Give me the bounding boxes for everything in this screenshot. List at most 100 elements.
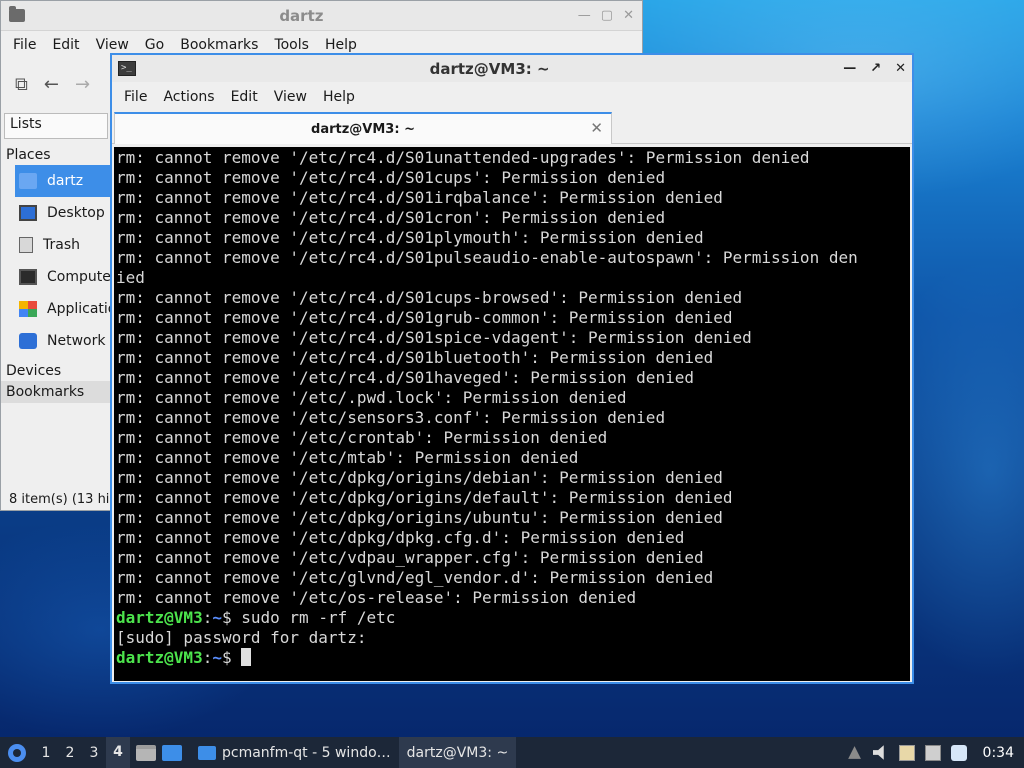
- sidebar-item-desktop[interactable]: Desktop: [1, 197, 111, 229]
- menu-actions[interactable]: Actions: [155, 89, 222, 105]
- terminal-tab[interactable]: dartz@VM3: ~ ✕: [114, 112, 612, 144]
- menu-bookmarks[interactable]: Bookmarks: [172, 37, 266, 53]
- terminal-command-line: dartz@VM3:~$ sudo rm -rf /etc: [116, 608, 910, 628]
- taskbar-item-label: dartz@VM3: ~: [406, 744, 509, 761]
- close-icon[interactable]: ✕: [895, 61, 906, 76]
- notification-icon[interactable]: [950, 744, 967, 761]
- workspace-1[interactable]: 1: [34, 745, 58, 761]
- maximize-icon[interactable]: ▢: [601, 8, 613, 23]
- start-menu-button[interactable]: [0, 737, 34, 768]
- terminal-output-line: rm: cannot remove '/etc/rc4.d/S01cups-br…: [116, 288, 743, 307]
- places-header: Places: [6, 147, 51, 163]
- menu-tools[interactable]: Tools: [266, 37, 317, 53]
- file-manager-title: dartz: [279, 6, 324, 25]
- terminal-output-line: rm: cannot remove '/etc/rc4.d/S01cron': …: [116, 208, 666, 227]
- terminal-output-line: rm: cannot remove '/etc/mtab': Permissio…: [116, 448, 579, 467]
- terminal-active-prompt: dartz@VM3:~$: [116, 648, 910, 668]
- window-controls: — ▢ ✕: [578, 8, 634, 23]
- sidebar-item-trash[interactable]: Trash: [1, 229, 111, 261]
- terminal-output-line: rm: cannot remove '/etc/rc4.d/S01unatten…: [116, 148, 810, 167]
- workspace-4[interactable]: 4: [106, 737, 130, 768]
- system-tray: 0:34: [847, 744, 1024, 761]
- tab-close-icon[interactable]: ✕: [590, 119, 603, 137]
- menu-edit[interactable]: Edit: [44, 37, 87, 53]
- taskbar: 1 2 3 4 pcmanfm-qt - 5 windo… >_ dartz@V…: [0, 737, 1024, 768]
- desktop-switch-icon[interactable]: [162, 744, 182, 761]
- prompt-user: dartz@VM3: [116, 648, 203, 667]
- trash-icon: [19, 237, 33, 253]
- volume-icon[interactable]: [872, 745, 884, 760]
- maximize-icon[interactable]: ↗: [870, 61, 881, 76]
- terminal-output-line: rm: cannot remove '/etc/rc4.d/S01cups': …: [116, 168, 666, 187]
- taskbar-item-label: pcmanfm-qt - 5 windo…: [222, 744, 391, 761]
- terminal-title: dartz@VM3: ~: [429, 59, 550, 78]
- sidebar-item-network[interactable]: Network: [1, 325, 111, 357]
- menu-file[interactable]: File: [116, 89, 155, 105]
- terminal-output-line: rm: cannot remove '/etc/sensors3.conf': …: [116, 408, 666, 427]
- desktop-icon: [19, 205, 37, 221]
- menu-help[interactable]: Help: [317, 37, 365, 53]
- terminal-output-line: rm: cannot remove '/etc/rc4.d/S01bluetoo…: [116, 348, 714, 367]
- forward-arrow-icon[interactable]: →: [75, 74, 90, 95]
- prompt-symbol: $: [221, 648, 232, 667]
- menu-go[interactable]: Go: [137, 37, 172, 53]
- sidebar-item-dartz[interactable]: dartz: [15, 165, 111, 197]
- terminal-tabbar: dartz@VM3: ~ ✕: [112, 112, 912, 144]
- terminal-output-line: rm: cannot remove '/etc/rc4.d/S01spice-v…: [116, 328, 752, 347]
- prompt-symbol: $: [221, 608, 232, 627]
- clock[interactable]: 0:34: [977, 745, 1020, 761]
- terminal-output-line: rm: cannot remove '/etc/rc4.d/S01haveged…: [116, 368, 694, 387]
- terminal-output[interactable]: rm: cannot remove '/etc/rc4.d/S01unatten…: [114, 147, 910, 681]
- terminal-menubar: File Actions Edit View Help: [112, 82, 912, 112]
- menu-view[interactable]: View: [266, 89, 315, 105]
- sidebar-view-combo[interactable]: Lists: [4, 113, 108, 139]
- terminal-output-line: rm: cannot remove '/etc/dpkg/origins/def…: [116, 488, 733, 507]
- terminal-output-line: rm: cannot remove '/etc/rc4.d/S01grub-co…: [116, 308, 733, 327]
- new-tab-icon[interactable]: ⧉: [15, 74, 28, 95]
- folder-icon: [198, 745, 216, 760]
- menu-view[interactable]: View: [88, 37, 137, 53]
- file-manager-sidebar: Lists Places dartz Desktop Trash Compute…: [1, 111, 111, 491]
- sidebar-item-computer[interactable]: Computer: [1, 261, 111, 293]
- file-manager-titlebar[interactable]: dartz — ▢ ✕: [1, 1, 642, 31]
- workspace-3[interactable]: 3: [82, 745, 106, 761]
- text-cursor: [241, 648, 252, 666]
- terminal-window: >_ dartz@VM3: ~ — ↗ ✕ File Actions Edit …: [110, 53, 914, 684]
- folder-icon: [9, 6, 25, 22]
- workspace-2[interactable]: 2: [58, 745, 82, 761]
- prompt-separator: :: [202, 608, 213, 627]
- prompt-separator: :: [202, 648, 213, 667]
- terminal-output-line: ied: [116, 268, 145, 287]
- menu-file[interactable]: File: [5, 37, 44, 53]
- window-controls: — ↗ ✕: [843, 61, 906, 76]
- sidebar-item-applications[interactable]: Applications: [1, 293, 111, 325]
- terminal-output-line: rm: cannot remove '/etc/rc4.d/S01plymout…: [116, 228, 704, 247]
- minimize-icon[interactable]: —: [578, 8, 591, 23]
- terminal-output-line: rm: cannot remove '/etc/glvnd/egl_vendor…: [116, 568, 714, 587]
- terminal-icon: >_: [118, 61, 136, 76]
- show-desktop-icon[interactable]: [136, 744, 156, 761]
- taskbar-item-file-manager[interactable]: pcmanfm-qt - 5 windo…: [190, 737, 399, 768]
- update-arrow-icon[interactable]: [848, 746, 861, 759]
- network-icon[interactable]: [924, 744, 941, 761]
- back-arrow-icon[interactable]: ←: [44, 74, 59, 95]
- terminal-output-line: rm: cannot remove '/etc/os-release': Per…: [116, 588, 637, 607]
- clipboard-icon[interactable]: [898, 744, 915, 761]
- taskbar-item-terminal[interactable]: >_ dartz@VM3: ~: [398, 737, 517, 768]
- prompt-path: ~: [212, 648, 222, 667]
- sidebar-item-label: dartz: [47, 173, 84, 189]
- terminal-output-line: rm: cannot remove '/etc/vdpau_wrapper.cf…: [116, 548, 704, 567]
- terminal-titlebar[interactable]: >_ dartz@VM3: ~ — ↗ ✕: [112, 55, 912, 82]
- menu-edit[interactable]: Edit: [223, 89, 266, 105]
- terminal-output-line: rm: cannot remove '/etc/rc4.d/S01pulseau…: [116, 248, 858, 267]
- bookmarks-header[interactable]: Bookmarks: [1, 381, 111, 403]
- computer-icon: [19, 269, 37, 285]
- home-folder-icon: [19, 173, 37, 189]
- menu-help[interactable]: Help: [315, 89, 363, 105]
- tab-label: dartz@VM3: ~: [311, 121, 415, 137]
- network-icon: [19, 333, 37, 349]
- sidebar-item-label: Network: [47, 333, 106, 349]
- minimize-icon[interactable]: —: [843, 61, 856, 76]
- close-icon[interactable]: ✕: [623, 8, 634, 23]
- terminal-output-line: rm: cannot remove '/etc/dpkg/dpkg.cfg.d'…: [116, 528, 685, 547]
